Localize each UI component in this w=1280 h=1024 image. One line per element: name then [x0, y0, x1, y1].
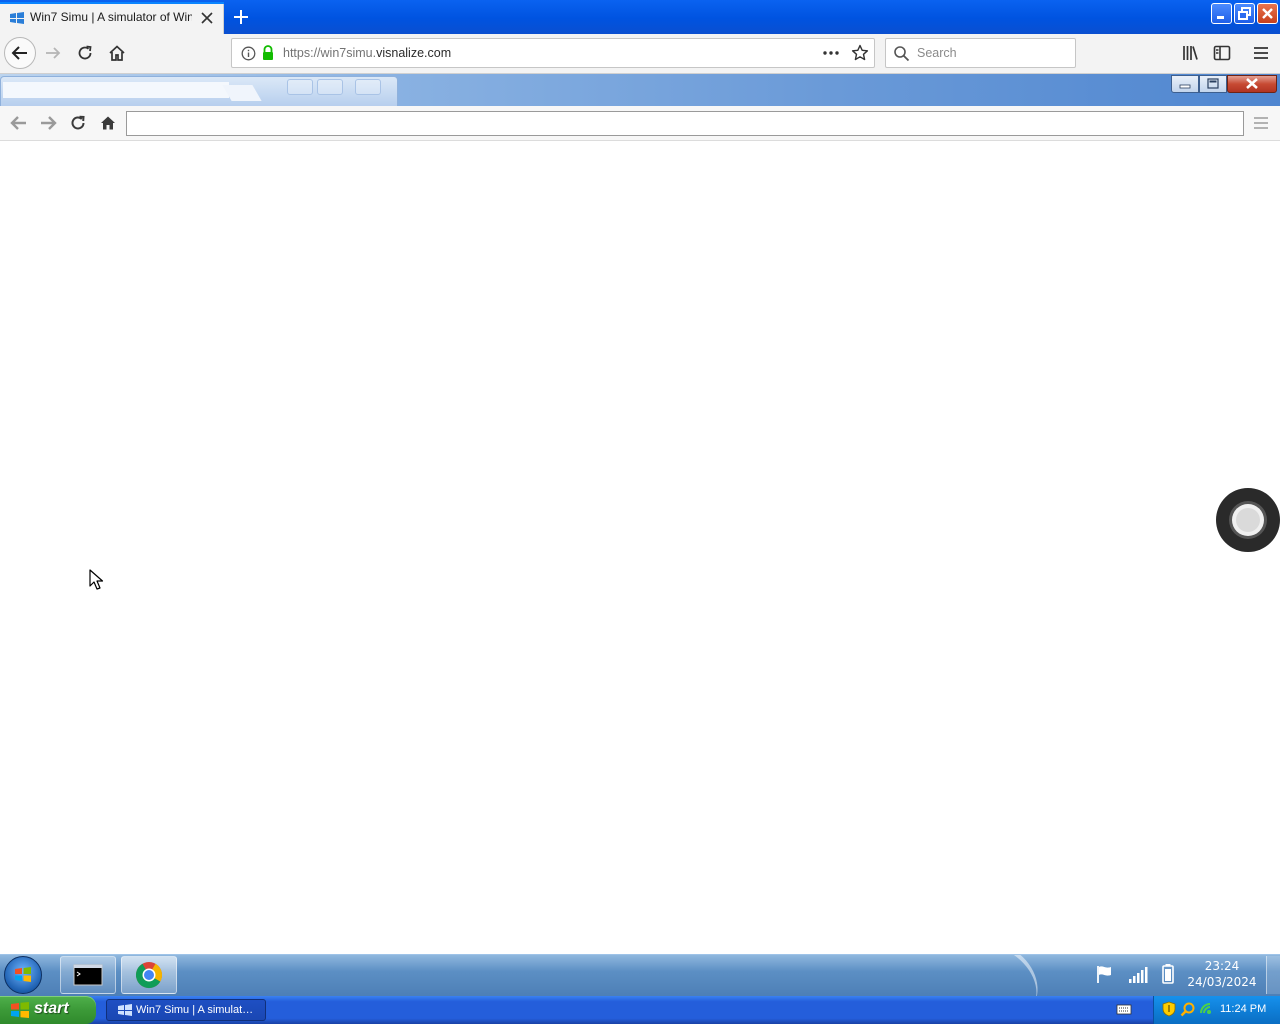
simulated-tab-highlight	[3, 82, 229, 98]
simulated-reload-icon[interactable]	[70, 115, 86, 131]
new-tab-icon[interactable]	[230, 6, 252, 28]
tab-accent	[0, 2, 224, 4]
xp-system-tray: 11:24 PM	[1153, 996, 1280, 1024]
windows-logo-icon	[10, 1001, 30, 1019]
bookmark-star-icon[interactable]	[851, 44, 869, 62]
sidebar-icon[interactable]	[1213, 44, 1231, 62]
battery-icon[interactable]	[1161, 963, 1175, 985]
taskbar-chrome-button[interactable]	[121, 956, 177, 994]
action-center-flag-icon[interactable]	[1095, 964, 1115, 984]
search-placeholder: Search	[917, 46, 957, 60]
simulated-tab-minimize-icon	[287, 79, 313, 95]
loading-spinner-icon	[1216, 488, 1280, 552]
simulated-address-input[interactable]	[126, 111, 1244, 136]
home-icon[interactable]	[108, 44, 126, 62]
simulated-start-orb-button[interactable]	[4, 956, 42, 994]
search-tray-icon[interactable]	[1180, 1001, 1196, 1017]
simulated-maximize-button[interactable]	[1199, 75, 1227, 93]
xp-start-button[interactable]: start	[0, 996, 96, 1024]
simulated-minimize-button[interactable]	[1171, 75, 1199, 93]
taskbar-cmd-button[interactable]	[60, 956, 116, 994]
url-scheme: https://win7simu.	[283, 46, 377, 60]
simulated-home-icon[interactable]	[100, 115, 116, 131]
simulated-taskbar	[0, 954, 1280, 996]
simulated-tab-edge	[222, 85, 262, 101]
simulated-menu-icon[interactable]	[1253, 116, 1269, 130]
library-icon[interactable]	[1181, 44, 1199, 62]
simulated-back-icon[interactable]	[10, 115, 28, 131]
forward-icon[interactable]	[44, 44, 62, 62]
search-icon	[893, 45, 910, 62]
simulated-browser-tab[interactable]	[0, 76, 398, 106]
xp-taskbar-item-label: Win7 Simu | A simulat…	[136, 1004, 254, 1016]
simulated-clock-time: 23:24	[1204, 959, 1240, 973]
url-text: https://win7simu.visnalize.com	[283, 46, 451, 60]
site-info-icon[interactable]	[241, 46, 256, 61]
search-input[interactable]: Search	[885, 38, 1076, 68]
start-label: start	[34, 1000, 69, 1017]
mouse-cursor-icon	[89, 569, 105, 591]
simulated-clock-date: 24/03/2024	[1187, 975, 1257, 989]
url-bar[interactable]: https://win7simu.visnalize.com	[231, 38, 875, 68]
reload-icon[interactable]	[76, 44, 94, 62]
menu-icon[interactable]	[1252, 44, 1270, 62]
taskbar-light-streak	[936, 955, 1054, 996]
xp-taskbar-item[interactable]: Win7 Simu | A simulat…	[106, 999, 266, 1021]
simulated-forward-icon[interactable]	[39, 115, 57, 131]
simulated-clock[interactable]: 23:24 24/03/2024	[1182, 958, 1262, 990]
keyboard-icon[interactable]	[1116, 1002, 1132, 1016]
simulated-close-button[interactable]	[1227, 75, 1277, 93]
simulated-tab-maximize-icon	[317, 79, 343, 95]
network-tray-icon[interactable]	[1198, 1001, 1214, 1017]
firefox-task-icon	[117, 1003, 133, 1017]
network-signal-icon[interactable]	[1128, 964, 1148, 984]
url-host: visnalize.com	[376, 46, 452, 60]
restore-button[interactable]	[1234, 3, 1255, 24]
browser-tab[interactable]: Win7 Simu | A simulator of Windov	[0, 2, 224, 34]
security-shield-icon[interactable]	[1162, 1001, 1176, 1017]
back-button[interactable]	[4, 37, 36, 69]
tab-close-icon[interactable]	[200, 11, 214, 25]
minimize-button[interactable]	[1211, 3, 1232, 24]
show-desktop-button[interactable]	[1266, 956, 1280, 994]
close-button[interactable]	[1257, 3, 1278, 24]
windows-flag-icon	[9, 11, 25, 25]
tab-title: Win7 Simu | A simulator of Windov	[30, 10, 192, 24]
xp-tray-clock: 11:24 PM	[1220, 1003, 1267, 1015]
simulated-tab-close-icon	[355, 79, 381, 95]
lock-icon	[261, 45, 275, 61]
page-actions-icon[interactable]	[822, 46, 840, 60]
